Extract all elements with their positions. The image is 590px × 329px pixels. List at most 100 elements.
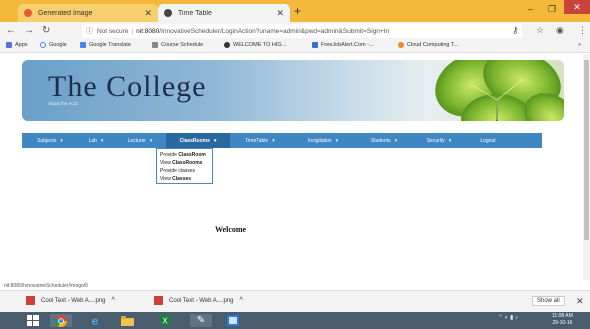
cloud-icon xyxy=(398,42,404,48)
bookmark-google[interactable]: Google xyxy=(40,42,67,48)
dropdown-item-emphasis: ClassRoom xyxy=(178,152,206,158)
page-viewport: The College About the ACD Subjects ▾ Lab… xyxy=(0,54,583,289)
clover-leaf-image xyxy=(435,60,564,121)
chevron-down-icon: ▾ xyxy=(100,137,104,144)
file-explorer-icon[interactable] xyxy=(116,314,138,327)
menu-item-security[interactable]: Security ▾ xyxy=(412,133,466,148)
tab-label: Time Table xyxy=(178,9,212,17)
banner-subtitle: About the ACD xyxy=(48,101,78,106)
tab-time-table[interactable]: Time Table ✕ xyxy=(158,4,290,22)
menu-item-label: TimeTable xyxy=(245,137,269,144)
bookmark-apps[interactable]: Apps xyxy=(6,42,28,48)
close-window-icon[interactable]: ✕ xyxy=(564,0,590,14)
bookmark-label: WELCOME TO HIG... xyxy=(233,42,287,48)
key-icon[interactable]: ⚷ xyxy=(512,25,519,36)
maximize-window-icon[interactable]: ❐ xyxy=(548,4,556,15)
bookmark-google-translate[interactable]: Google Translate xyxy=(80,42,131,48)
info-icon[interactable]: ⓘ xyxy=(86,26,93,36)
apps-grid-icon xyxy=(6,42,12,48)
classrooms-dropdown: Provide ClassRoom View ClassRooms Provide … xyxy=(156,148,213,184)
close-downloads-icon[interactable]: ✕ xyxy=(576,296,584,307)
menu-kebab-icon[interactable]: ⋮ xyxy=(578,25,587,36)
bookmark-cloud-computing[interactable]: Cloud Computing T... xyxy=(398,42,458,48)
downloads-bar: Cool Text - Web A....png ^ Cool Text - W… xyxy=(0,290,590,312)
new-tab-plus-icon[interactable]: + xyxy=(294,4,301,18)
menu-item-label: Lecturer xyxy=(127,137,146,144)
minimize-window-icon[interactable]: – xyxy=(528,4,533,14)
bookmark-label: FreeJobAlert.Com -... xyxy=(321,42,374,48)
svg-text:X: X xyxy=(162,317,168,326)
reload-icon[interactable]: ↻ xyxy=(42,25,50,36)
status-url: nit:8080/InnovativeScheduler/#nogo/0 xyxy=(4,283,88,289)
menu-item-label: Invigilation xyxy=(307,137,332,144)
internet-explorer-icon[interactable]: e xyxy=(84,314,106,328)
dropdown-item[interactable]: View ClassRooms xyxy=(160,159,209,167)
bookmark-freejobalert[interactable]: FreeJobAlert.Com -... xyxy=(312,42,374,48)
dropdown-item[interactable]: Provide classes xyxy=(160,167,209,175)
back-arrow-icon[interactable]: ← xyxy=(6,25,16,36)
star-bookmark-icon[interactable]: ☆ xyxy=(536,25,544,36)
image-file-icon xyxy=(26,296,35,305)
menu-item-timetable[interactable]: TimeTable ▾ xyxy=(230,133,290,148)
vertical-scrollbar[interactable] xyxy=(583,54,590,280)
taskbar-clock[interactable]: 11:08 AM 29-10-16 xyxy=(552,313,573,327)
dropdown-item[interactable]: View Classes xyxy=(160,175,209,183)
bookmarks-overflow-button[interactable]: » xyxy=(578,42,581,48)
browser-title-bar: Generated Image ✕ Time Table ✕ + – ❐ ✕ xyxy=(0,0,590,22)
security-label: Not secure xyxy=(97,27,129,35)
menu-item-invigilation[interactable]: Invigilation ▾ xyxy=(290,133,356,148)
chevron-down-icon: ▾ xyxy=(213,137,217,144)
download-label: Cool Text - Web A....png xyxy=(41,297,106,304)
chevron-down-icon: ▾ xyxy=(335,137,339,144)
account-icon[interactable]: ◉ xyxy=(556,25,564,36)
download-item[interactable]: Cool Text - Web A....png ^ xyxy=(26,296,115,305)
menu-item-lecturer[interactable]: Lecturer ▾ xyxy=(114,133,166,148)
windows-start-icon[interactable] xyxy=(22,314,44,327)
chevron-up-icon[interactable]: ^ xyxy=(111,297,114,304)
forward-arrow-icon[interactable]: → xyxy=(24,25,34,36)
menu-item-label: Lab xyxy=(88,137,97,144)
chevron-down-icon: ▾ xyxy=(60,137,63,144)
menu-item-lab[interactable]: Lab ▾ xyxy=(78,133,114,148)
dropdown-item-text: Provide classes xyxy=(160,168,196,174)
schedule-icon xyxy=(152,42,158,48)
menu-item-logout[interactable]: Logout xyxy=(466,133,510,148)
address-bar-row: ← → ↻ ⓘ Not secure | nit:8080 /Innovativ… xyxy=(0,22,590,40)
download-item[interactable]: Cool Text - Web A....png ^ xyxy=(154,296,243,305)
menu-item-label: Security xyxy=(426,137,445,144)
chevron-up-icon[interactable]: ^ xyxy=(239,297,242,304)
windows-taskbar: e X ✎ ⌃ ◐ ▮ ♪ 11:08 AM 29-10-16 xyxy=(0,312,590,329)
menu-item-students[interactable]: Students ▾ xyxy=(356,133,412,148)
chrome-icon[interactable] xyxy=(50,314,72,327)
pen-app-icon[interactable]: ✎ xyxy=(190,314,212,327)
scrollbar-thumb[interactable] xyxy=(584,60,589,240)
chevron-down-icon: ▾ xyxy=(448,137,452,144)
dropdown-item-emphasis: Classes xyxy=(172,176,192,182)
dropdown-item-emphasis: ClassRooms xyxy=(172,160,203,166)
tab-favicon-icon xyxy=(24,9,32,17)
system-tray-icons[interactable]: ⌃ ◐ ▮ ♪ xyxy=(498,314,518,321)
dropdown-item-text: View xyxy=(160,160,173,166)
clock-date: 29-10-16 xyxy=(552,320,573,326)
notepad-app-icon[interactable] xyxy=(222,314,244,327)
bookmark-label: Google xyxy=(49,42,67,48)
bookmarks-overflow-label: » xyxy=(578,42,582,48)
menu-item-label: ClassRooms xyxy=(179,137,210,144)
show-all-button[interactable]: Show all xyxy=(532,296,565,306)
menu-item-label: Logout xyxy=(480,137,496,144)
chevron-down-icon: ▾ xyxy=(272,137,275,144)
dropdown-item[interactable]: Provide ClassRoom xyxy=(160,151,209,159)
url-host: nit:8080 xyxy=(136,27,160,35)
bookmark-welcome-to-hig[interactable]: WELCOME TO HIG... xyxy=(224,42,286,48)
close-tab-icon[interactable]: ✕ xyxy=(276,8,284,19)
tab-generated-image[interactable]: Generated Image ✕ xyxy=(18,4,158,22)
menu-item-subjects[interactable]: Subjects ▾ xyxy=(22,133,78,148)
close-tab-icon[interactable]: ✕ xyxy=(144,8,152,19)
dropdown-item-text: View xyxy=(160,176,173,182)
bookmark-course-schedule[interactable]: Course Schedule xyxy=(152,42,203,48)
bookmarks-bar: Apps Google Google Translate Course Sche… xyxy=(0,40,590,53)
excel-icon[interactable]: X xyxy=(154,314,176,327)
menu-item-classrooms[interactable]: ClassRooms ▾ xyxy=(166,133,230,148)
bookmark-label: Cloud Computing T... xyxy=(407,42,459,48)
url-input[interactable]: ⓘ Not secure | nit:8080 /InnovativeSched… xyxy=(82,24,522,38)
